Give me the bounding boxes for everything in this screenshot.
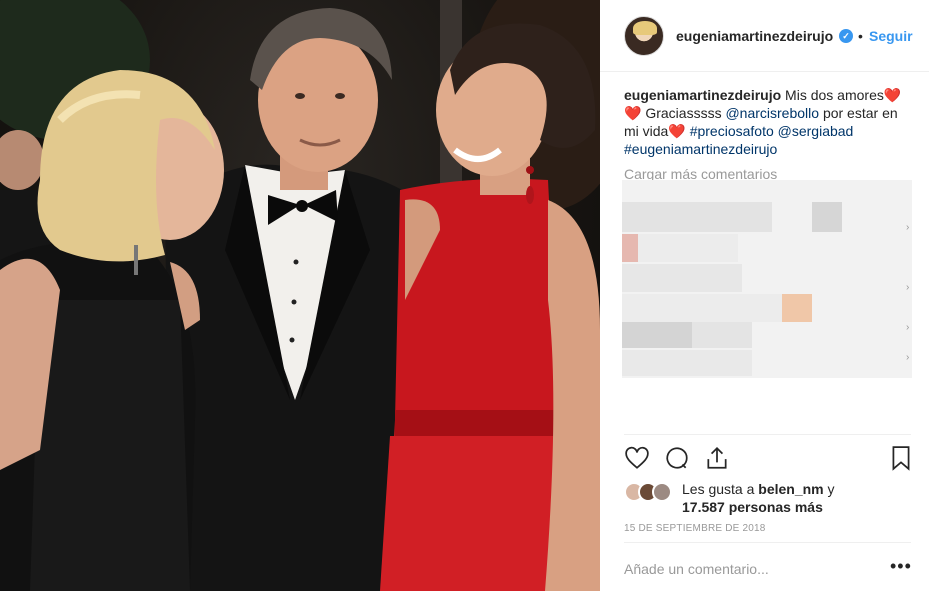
heart-icon[interactable]: [624, 445, 650, 471]
follow-button[interactable]: Seguir: [869, 28, 913, 44]
likes-prefix: Les gusta a: [682, 481, 755, 497]
post-side-panel: eugeniamartinezdeirujo ✓ • Seguir eugeni…: [600, 0, 929, 591]
post-photo[interactable]: [0, 0, 600, 591]
divider: [624, 542, 911, 543]
avatar[interactable]: [652, 482, 672, 502]
post-actions: [624, 445, 914, 473]
chevron-right-icon: ›: [906, 352, 910, 363]
post-header: eugeniamartinezdeirujo ✓ • Seguir: [600, 0, 929, 72]
share-icon[interactable]: [704, 445, 730, 471]
likes-summary: Les gusta a belen_nm y 17.587 personas m…: [624, 478, 914, 518]
comment-icon[interactable]: [664, 445, 690, 471]
heart-emoji: ❤️: [624, 105, 642, 121]
hashtag-link[interactable]: #eugeniamartinezdeirujo: [624, 141, 777, 157]
header-username[interactable]: eugeniamartinezdeirujo: [676, 28, 833, 44]
caption-text-1: Mis dos amores: [785, 87, 884, 103]
post-date: 15 DE SEPTIEMBRE DE 2018: [624, 523, 766, 534]
liker-username[interactable]: belen_nm: [758, 481, 823, 497]
more-options-icon[interactable]: •••: [890, 556, 912, 577]
avatar[interactable]: [624, 16, 664, 56]
bookmark-icon[interactable]: [888, 445, 914, 471]
hashtag-link[interactable]: #preciosafoto: [690, 123, 774, 139]
likes-conj: y: [827, 481, 835, 497]
likes-count-link[interactable]: 17.587 personas más: [682, 499, 823, 515]
divider: [624, 434, 911, 435]
chevron-right-icon: ›: [906, 222, 910, 233]
chevron-right-icon: ›: [906, 322, 910, 333]
heart-emoji: ❤️: [883, 87, 902, 103]
caption-username[interactable]: eugeniamartinezdeirujo: [624, 87, 781, 103]
mention-link[interactable]: @sergiabad: [778, 123, 854, 139]
photo-illustration: [0, 0, 600, 591]
comment-input[interactable]: Añade un comentario...: [624, 561, 874, 577]
mention-link[interactable]: @narcisrebollo: [725, 105, 819, 121]
post-caption: eugeniamartinezdeirujo Mis dos amores❤️ …: [624, 86, 914, 158]
chevron-right-icon: ›: [906, 282, 910, 293]
heart-emoji: ❤️: [668, 123, 686, 139]
verified-badge-icon: ✓: [839, 29, 853, 43]
likes-text: Les gusta a belen_nm y 17.587 personas m…: [682, 480, 835, 516]
blurred-comments: [622, 180, 912, 378]
caption-text-2: Graciasssss: [645, 105, 722, 121]
header-separator: •: [858, 28, 863, 44]
